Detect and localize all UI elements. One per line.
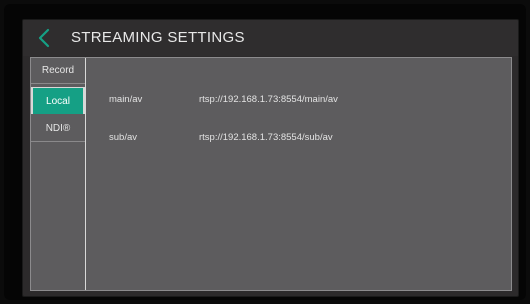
content-panel: Record Local NDI® main/av rtsp://192.168… bbox=[30, 57, 512, 291]
stream-name: sub/av bbox=[109, 132, 137, 143]
stream-name: main/av bbox=[109, 94, 143, 105]
device-frame: STREAMING SETTINGS Record Local NDI® mai… bbox=[4, 4, 526, 300]
page-title: STREAMING SETTINGS bbox=[71, 29, 245, 46]
chevron-left-icon bbox=[35, 26, 55, 50]
screen: STREAMING SETTINGS Record Local NDI® mai… bbox=[22, 19, 519, 297]
tab-ndi[interactable]: NDI® bbox=[31, 116, 85, 142]
stream-row: main/av rtsp://192.168.1.73:8554/main/av bbox=[87, 90, 507, 110]
header-bar: STREAMING SETTINGS bbox=[23, 20, 518, 56]
stream-row: sub/av rtsp://192.168.1.73:8554/sub/av bbox=[87, 128, 507, 148]
stream-url: rtsp://192.168.1.73:8554/sub/av bbox=[199, 132, 333, 143]
tab-local[interactable]: Local bbox=[31, 87, 85, 114]
sidebar: Record Local NDI® bbox=[31, 58, 86, 290]
back-button[interactable] bbox=[35, 26, 55, 50]
stream-url: rtsp://192.168.1.73:8554/main/av bbox=[199, 94, 338, 105]
tab-record[interactable]: Record bbox=[31, 58, 85, 84]
